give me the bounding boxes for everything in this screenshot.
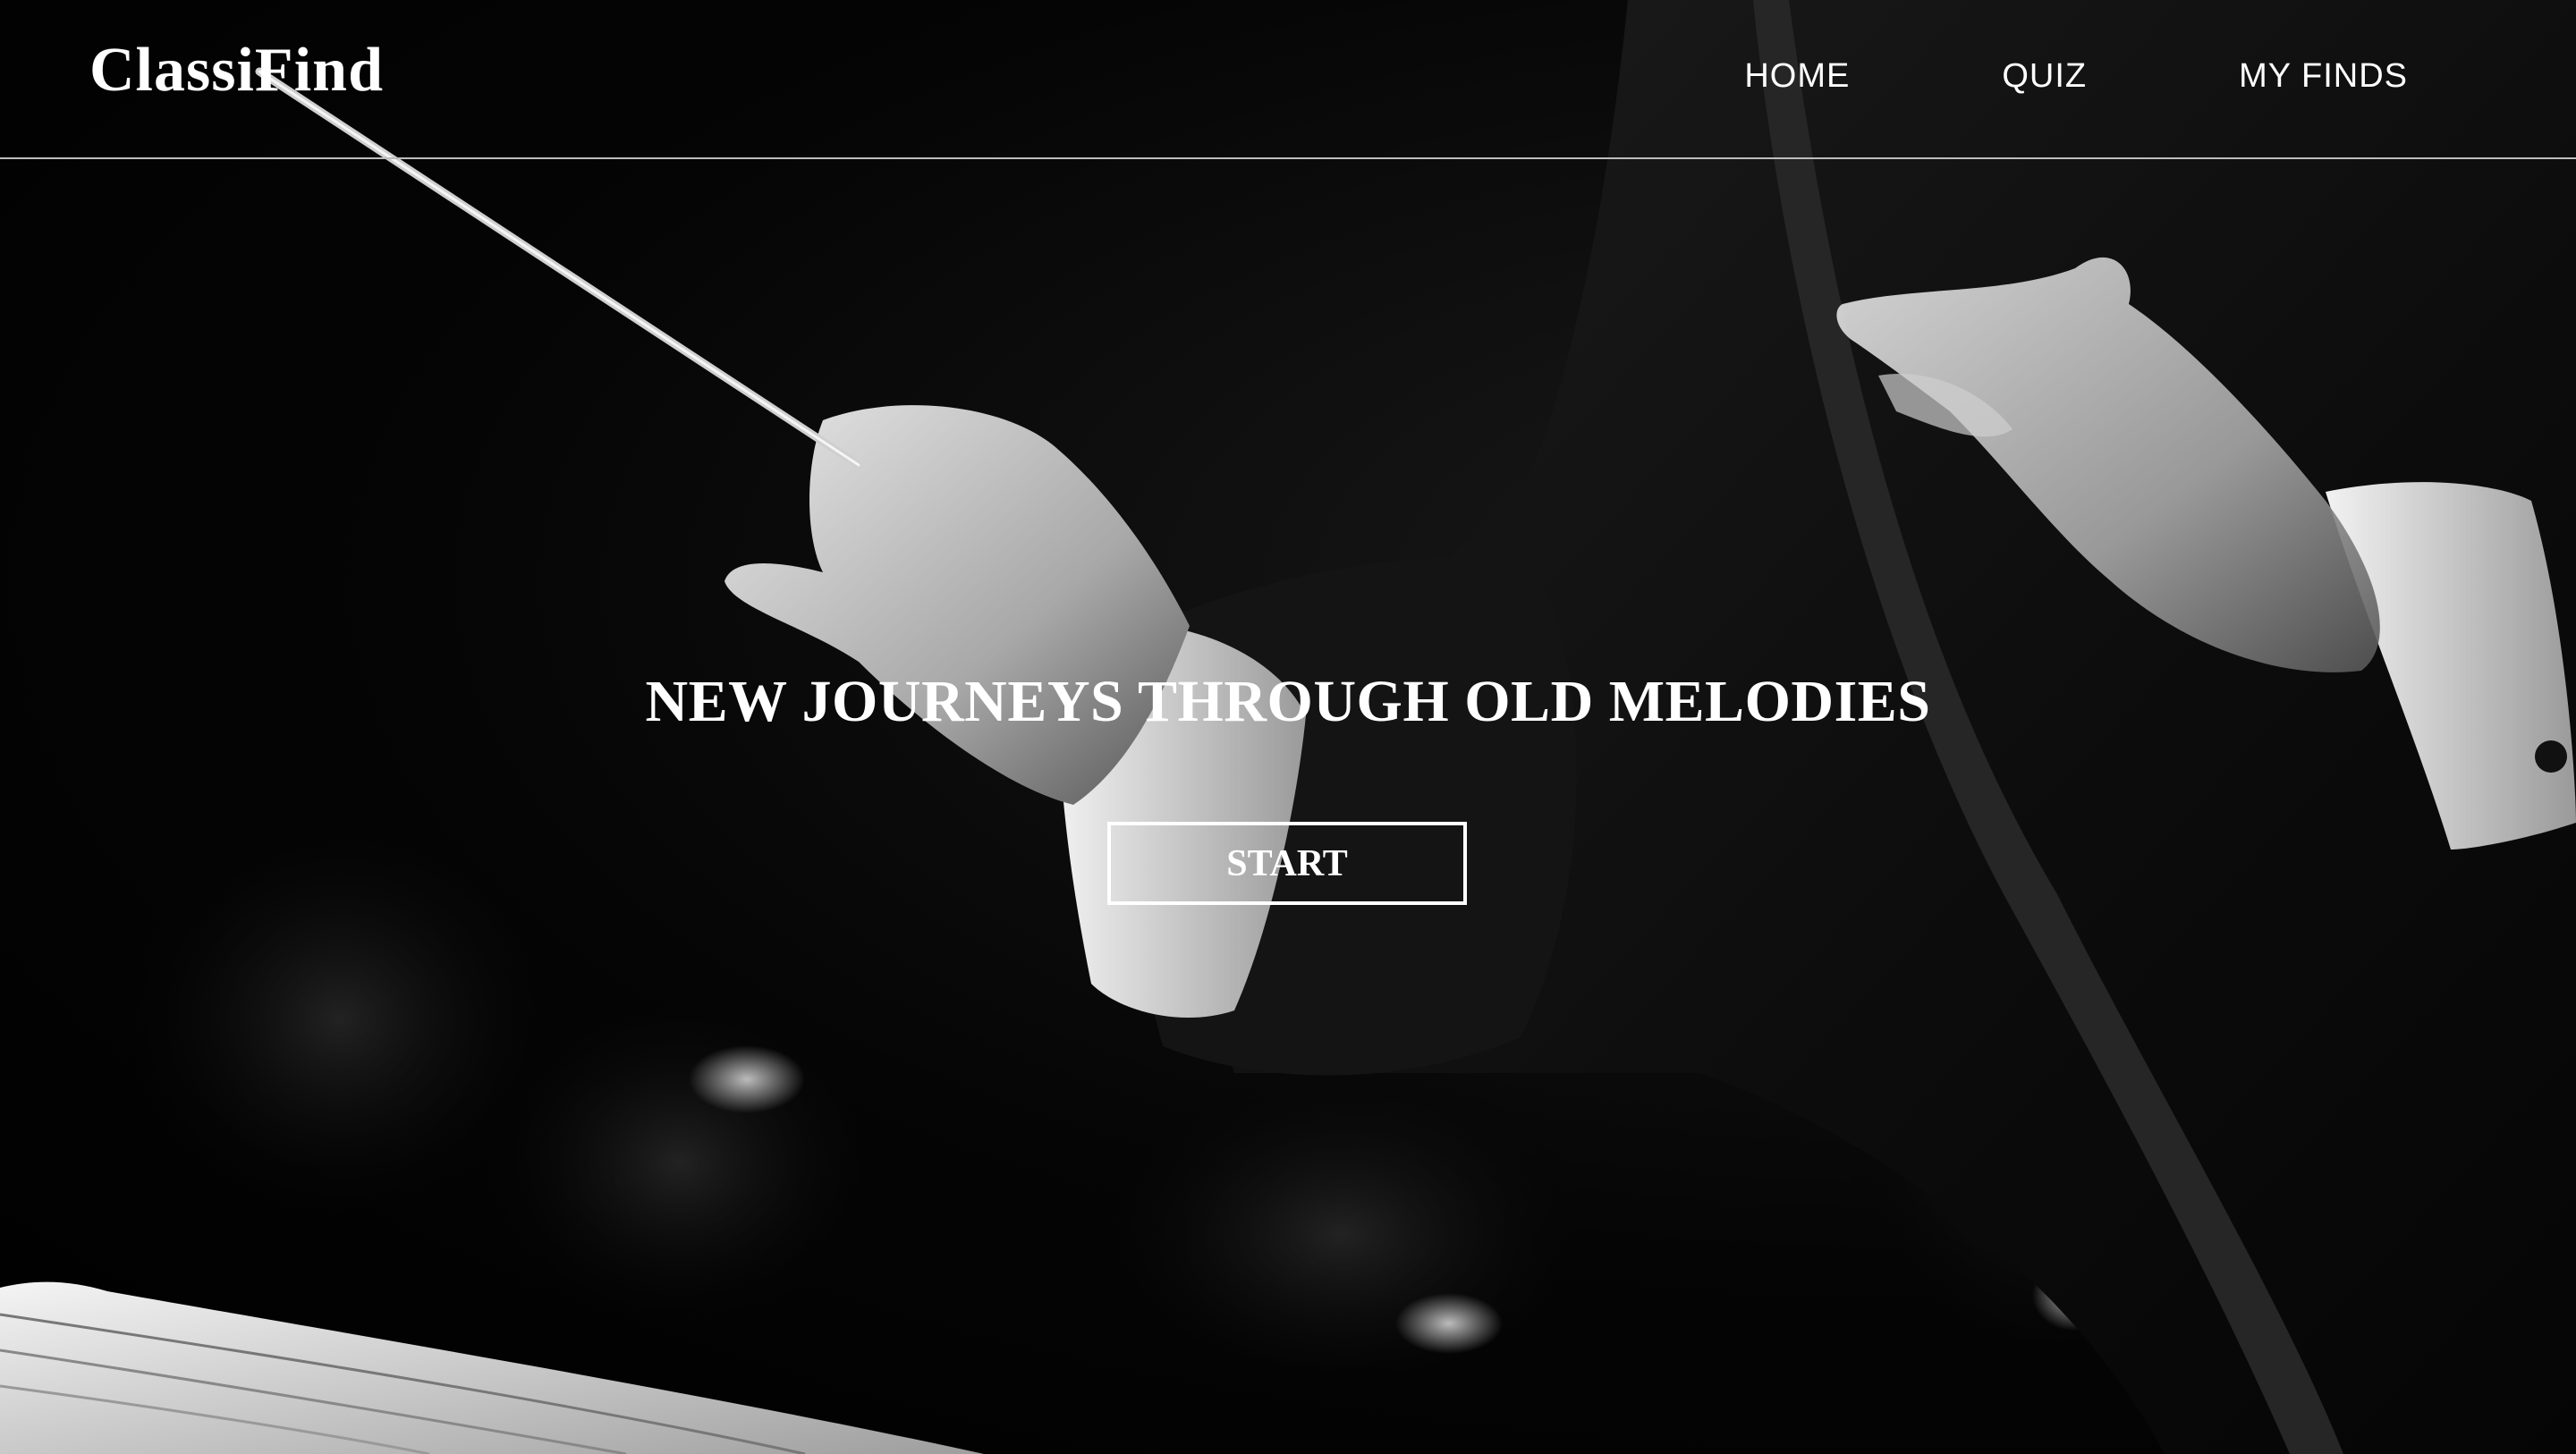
nav-quiz-link[interactable]: QUIZ	[2002, 59, 2087, 93]
site-header: ClassiFind HOME QUIZ MY FINDS	[0, 0, 2576, 159]
nav-my-finds-link[interactable]: MY FINDS	[2239, 59, 2408, 93]
main-nav: HOME QUIZ MY FINDS	[1744, 59, 2408, 93]
hero-headline: NEW JOURNEYS THROUGH OLD MELODIES	[645, 669, 1931, 734]
start-button[interactable]: START	[1107, 822, 1467, 905]
landing-page: ClassiFind HOME QUIZ MY FINDS NEW JOURNE…	[0, 0, 2576, 1454]
nav-home-link[interactable]: HOME	[1744, 59, 1850, 93]
site-logo[interactable]: ClassiFind	[89, 39, 384, 102]
